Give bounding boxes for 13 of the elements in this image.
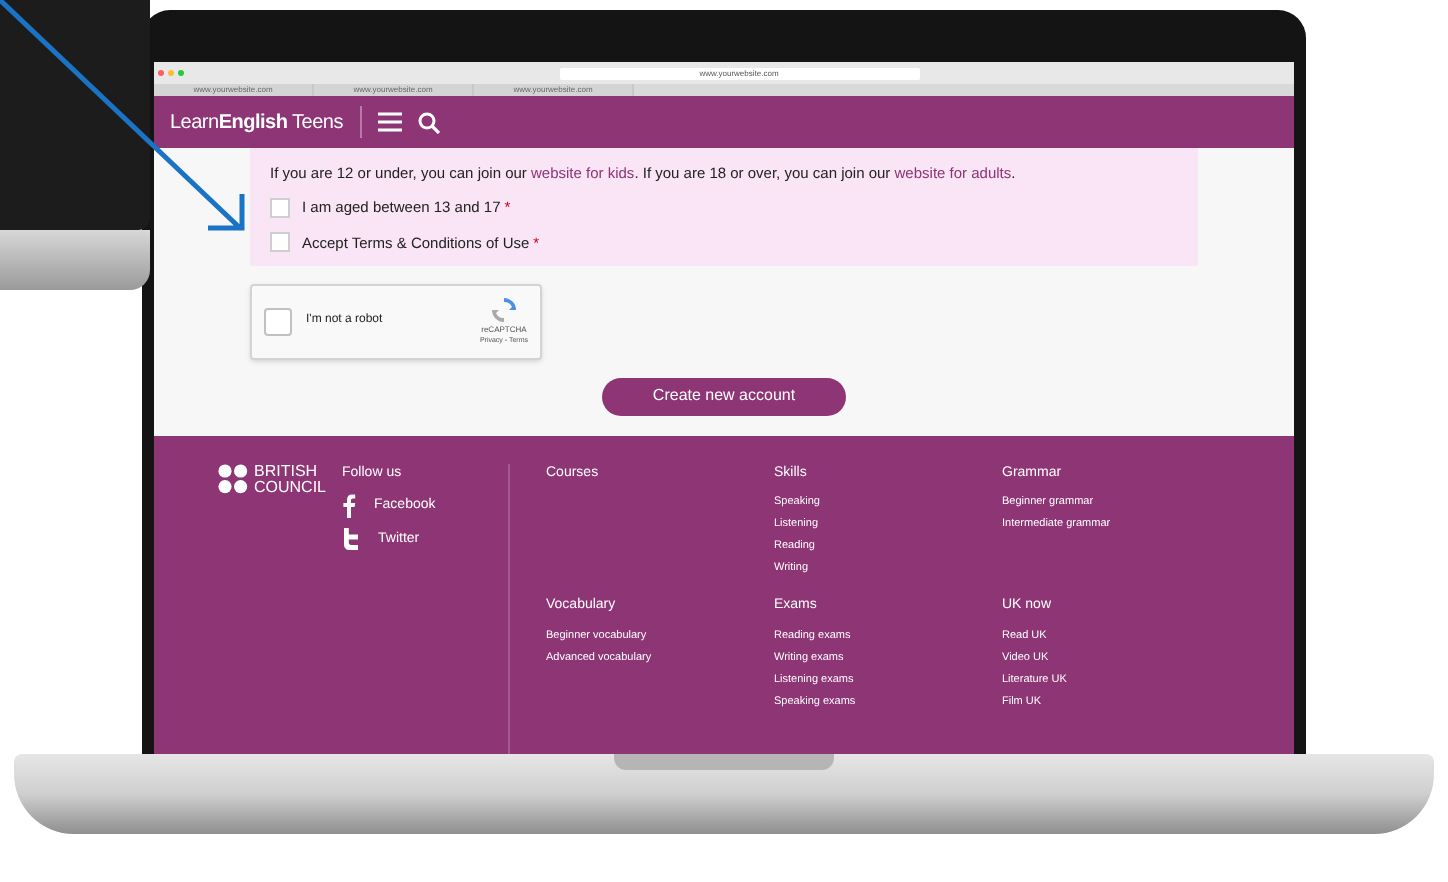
menu-icon[interactable] [377,112,401,132]
recaptcha-icon [489,296,518,325]
twitter-icon [342,528,361,551]
checkbox[interactable] [270,232,290,253]
checkbox[interactable] [270,197,290,218]
british-council-logo-icon [218,463,248,494]
checkbox[interactable] [264,307,292,336]
create-account-button[interactable]: Create new account [602,377,846,416]
search-icon[interactable] [417,111,439,133]
site-logo[interactable]: LearnEnglish Teens [170,107,343,137]
facebook-icon [342,494,357,519]
logo-text: COUNCIL [254,479,327,496]
logo-text: BRITISH [254,463,320,480]
